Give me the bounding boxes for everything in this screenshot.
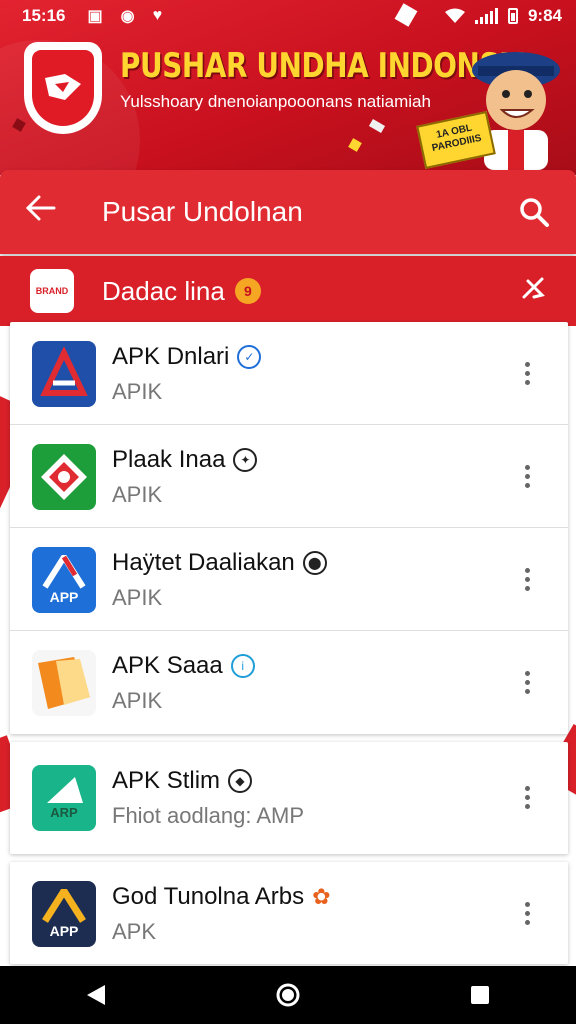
app-icon-label: APP: [49, 588, 79, 605]
app-title: Haÿtet Daaliakan: [112, 548, 295, 576]
download-badge-icon: ⬤: [302, 550, 327, 575]
triangle-back-icon: [87, 985, 105, 1005]
status-clock: 9:84: [527, 6, 562, 25]
wifi-icon: [444, 8, 465, 23]
square-recents-icon: [471, 986, 489, 1004]
app-icon-label: ARP: [50, 805, 78, 820]
app-icon: APP: [32, 546, 96, 613]
system-nav-bar: [0, 966, 576, 1024]
category-logo: BRAND: [30, 269, 74, 313]
close-icon: [522, 277, 545, 298]
app-title: APK Saaa: [112, 651, 223, 679]
search-button[interactable]: [518, 196, 550, 228]
app-list-card: APP God Tunolna Arbs ✿ APK: [10, 862, 568, 964]
more-options-button[interactable]: [512, 465, 542, 488]
more-options-button[interactable]: [512, 902, 542, 925]
more-options-button[interactable]: [512, 671, 542, 694]
app-icon: [32, 443, 96, 510]
signal-icon: [474, 8, 498, 24]
app-logo-diamond-icon: [41, 453, 87, 500]
app-list-card: APK Dnlari ✓ APIK Plaak Inaa ✦ APIK APP …: [10, 322, 568, 734]
app-logo-a-icon: [42, 888, 86, 923]
confetti-decoration: [12, 118, 26, 132]
brand-shield-logo: [24, 42, 102, 134]
confetti-decoration: [348, 138, 362, 152]
app-title: God Tunolna Arbs: [112, 882, 305, 910]
compass-icon: ◆: [228, 768, 253, 793]
location-icon: ♥: [152, 7, 163, 24]
page-title: Pusar Undolnan: [102, 196, 303, 227]
app-subtitle: APK: [112, 918, 157, 944]
app-subtitle: Fhiot aodlang: AMP: [112, 802, 305, 828]
verified-icon: ✓: [237, 344, 262, 369]
confetti-decoration: [368, 119, 386, 133]
category-header: BRAND Dadac lina 9: [0, 256, 576, 326]
app-icon: ARP: [32, 764, 96, 831]
app-icon-label: APP: [49, 922, 79, 939]
nav-home-button[interactable]: [258, 975, 318, 1015]
home-circle-icon: [276, 983, 300, 1007]
app-bar: Pusar Undolnan: [0, 170, 576, 254]
app-logo-a-icon: [47, 777, 83, 803]
more-options-button[interactable]: [512, 362, 542, 385]
battery-icon: [507, 8, 518, 24]
app-list-item[interactable]: ARP APK Stlim ◆ Fhiot aodlang: AMP: [10, 746, 568, 849]
nav-back-button[interactable]: [66, 975, 126, 1015]
app-subtitle: APIK: [112, 584, 163, 610]
app-logo-a-icon: [40, 346, 88, 396]
app-icon: [32, 649, 96, 716]
app-list-item[interactable]: APP God Tunolna Arbs ✿ APK: [10, 862, 568, 965]
alarm-icon: ◉: [120, 8, 135, 25]
info-icon: i: [230, 653, 255, 678]
app-icon: APP: [32, 880, 96, 947]
app-title: Plaak Inaa: [112, 445, 226, 473]
app-subtitle: APIK: [112, 378, 163, 404]
app-list-card: ARP APK Stlim ◆ Fhiot aodlang: AMP: [10, 742, 568, 854]
app-list-item[interactable]: APP Haÿtet Daaliakan ⬤ APIK: [10, 528, 568, 631]
category-title: Dadac lina: [102, 275, 225, 306]
app-logo-folder-icon: [38, 656, 90, 709]
banner-subtitle: Yulsshoary dnenoianpooonans natiamiah: [120, 92, 431, 111]
app-subtitle: APIK: [112, 687, 163, 713]
category-badge-icon: 9: [234, 278, 261, 304]
promo-banner[interactable]: 15:16 ▣ ◉ ♥ 9:84 PUSHAR UNDHA INDONSIA Y…: [0, 0, 576, 175]
app-icon: [32, 340, 96, 407]
app-logo-a-icon: [42, 554, 86, 589]
arrow-back-icon: [25, 195, 56, 221]
app-list-item[interactable]: APK Dnlari ✓ APIK: [10, 322, 568, 425]
app-title: APK Dnlari: [112, 342, 230, 370]
notification-icon: ▣: [87, 8, 103, 25]
app-subtitle: APIK: [112, 481, 163, 507]
flower-icon: ✿: [312, 883, 331, 909]
app-list-item[interactable]: APK Saaa i APIK: [10, 631, 568, 734]
nav-recents-button[interactable]: [450, 975, 510, 1015]
megaphone-icon: [45, 74, 81, 100]
app-title: APK Stlim: [112, 766, 221, 794]
more-options-button[interactable]: [512, 786, 542, 809]
search-icon: [520, 198, 549, 227]
status-time: 15:16: [22, 6, 66, 25]
compass-icon: ✦: [233, 447, 258, 472]
more-options-button[interactable]: [512, 568, 542, 591]
status-bar: 15:16 ▣ ◉ ♥ 9:84: [0, 0, 576, 32]
close-button[interactable]: [520, 275, 546, 308]
app-list-item[interactable]: Plaak Inaa ✦ APIK: [10, 425, 568, 528]
back-button[interactable]: [25, 195, 70, 229]
